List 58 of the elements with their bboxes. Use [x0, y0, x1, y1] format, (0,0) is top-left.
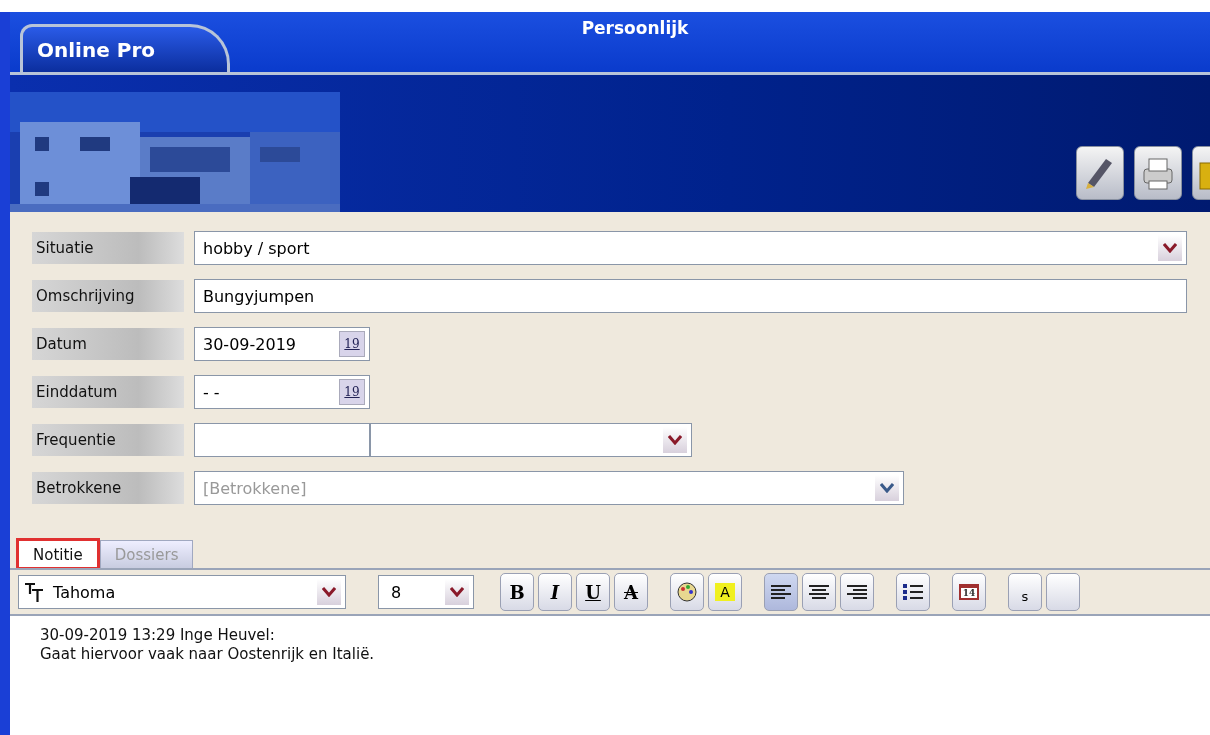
- toolbar-button[interactable]: s: [1008, 573, 1042, 611]
- text-field[interactable]: [194, 423, 370, 457]
- dropdown-button[interactable]: [1158, 235, 1182, 261]
- toolbar-button[interactable]: [764, 573, 798, 611]
- field-label: Situatie: [32, 232, 184, 264]
- calendar-button[interactable]: 19: [339, 331, 365, 357]
- note-text: Gaat hiervoor vaak naar Oostenrijk en Italië.: [40, 645, 376, 664]
- align-right-icon: [847, 583, 867, 601]
- font-icon: [23, 581, 45, 603]
- dropdown-button[interactable]: [445, 579, 469, 605]
- underline-button[interactable]: U: [576, 573, 610, 611]
- field-label: Frequentie: [32, 424, 184, 456]
- dropdown-button[interactable]: [875, 475, 899, 501]
- tab[interactable]: Notitie: [18, 540, 98, 568]
- date-field[interactable]: - - 19: [194, 375, 370, 409]
- field-label: Betrokkene: [32, 472, 184, 504]
- font-dropdown[interactable]: Tahoma: [18, 575, 346, 609]
- chevron-down-icon: [880, 483, 894, 493]
- toolbar-button[interactable]: [896, 573, 930, 611]
- text-field[interactable]: Bungyjumpen: [194, 279, 1187, 313]
- align-center-icon: [809, 583, 829, 601]
- calendar-date: 14: [958, 584, 980, 600]
- font-name: Tahoma: [52, 582, 117, 602]
- chevron-down-icon: [450, 587, 464, 597]
- italic-button[interactable]: I: [538, 573, 572, 611]
- note-editor[interactable]: 30-09-2019 13:29 Inge Heuvel: Gaat hiervoor vaak naar Oostenrijk en Italië.: [10, 614, 1210, 735]
- toolbar-button[interactable]: [802, 573, 836, 611]
- dropdown-placeholder: [Betrokkene]: [203, 478, 307, 498]
- date-field[interactable]: 30-09-2019 19: [194, 327, 370, 361]
- font-size: 8: [390, 582, 403, 602]
- field-label: Datum: [32, 328, 184, 360]
- dropdown[interactable]: hobby / sport: [194, 231, 1187, 265]
- calendar-button[interactable]: 19: [339, 379, 365, 405]
- window-title: Persoonlijk: [580, 17, 690, 40]
- size-dropdown[interactable]: 8: [378, 575, 474, 609]
- toolbar-button[interactable]: [840, 573, 874, 611]
- chevron-down-icon: [322, 587, 336, 597]
- field-label: Omschrijving: [32, 280, 184, 312]
- highlight-letter: A: [715, 583, 735, 601]
- chevron-down-icon: [668, 435, 682, 445]
- highlight-button[interactable]: A: [708, 573, 742, 611]
- strikethrough-button[interactable]: A: [614, 573, 648, 611]
- dropdown-value: hobby / sport: [203, 238, 310, 258]
- chevron-down-icon: [1163, 243, 1177, 253]
- align-left-icon: [771, 583, 791, 601]
- field-label: Einddatum: [32, 376, 184, 408]
- dropdown-button[interactable]: [663, 427, 687, 453]
- bold-button[interactable]: B: [500, 573, 534, 611]
- date-value: - -: [203, 382, 220, 402]
- note-text: 30-09-2019 13:29 Inge Heuvel:: [40, 626, 276, 645]
- toolbar-button[interactable]: [1076, 146, 1124, 200]
- calendar-button[interactable]: 14: [952, 573, 986, 611]
- list-icon: [903, 583, 923, 601]
- dropdown-button[interactable]: [317, 579, 341, 605]
- palette-icon: [676, 581, 698, 603]
- toolbar-button[interactable]: [670, 573, 704, 611]
- date-value: 30-09-2019: [203, 334, 296, 354]
- app-tab[interactable]: Online Pro: [20, 24, 230, 72]
